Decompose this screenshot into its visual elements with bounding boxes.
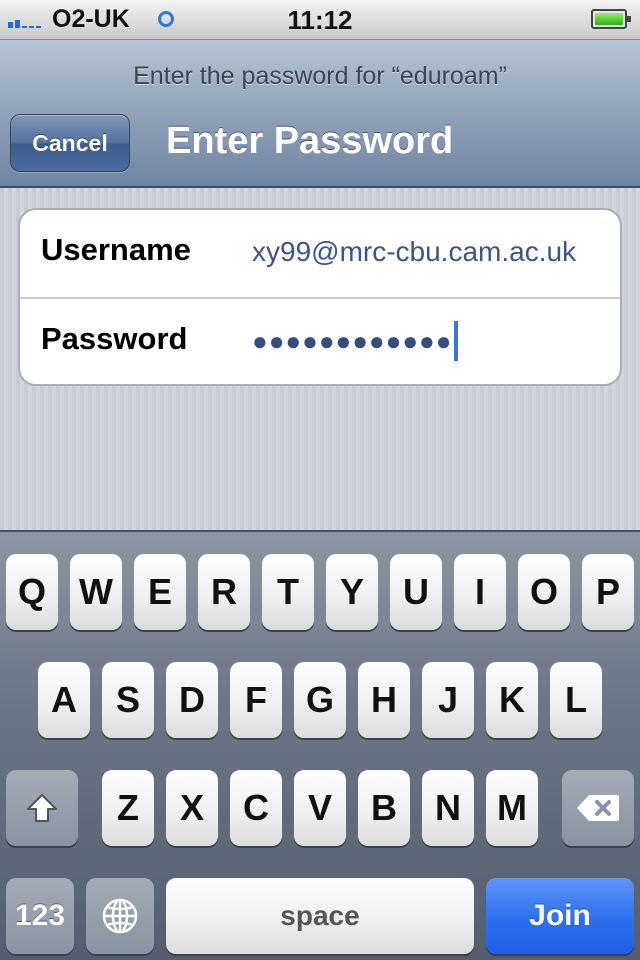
key-n[interactable]: N <box>422 770 474 846</box>
space-key[interactable]: space <box>166 878 474 954</box>
key-q[interactable]: Q <box>6 554 58 630</box>
key-r[interactable]: R <box>198 554 250 630</box>
credentials-form: Username xy99@mrc-cbu.cam.ac.uk Password… <box>18 208 622 386</box>
key-v[interactable]: V <box>294 770 346 846</box>
cancel-button[interactable]: Cancel <box>10 114 130 172</box>
key-f[interactable]: F <box>230 662 282 738</box>
network-prompt: Enter the password for “eduroam” <box>133 62 507 90</box>
password-label: Password <box>41 321 188 356</box>
password-masked-value: ●●●●●●●●●●●● <box>252 325 453 356</box>
key-w[interactable]: W <box>70 554 122 630</box>
content-area: Username xy99@mrc-cbu.cam.ac.uk Password… <box>0 188 640 530</box>
key-i[interactable]: I <box>454 554 506 630</box>
key-s[interactable]: S <box>102 662 154 738</box>
keyboard: Q W E R T Y U I O P A S D F G H J K L Z … <box>0 530 640 960</box>
key-e[interactable]: E <box>134 554 186 630</box>
password-field[interactable]: ●●●●●●●●●●●● <box>252 317 459 365</box>
shift-arrow-icon <box>27 794 57 822</box>
status-bar: O2-UK 11:12 <box>0 0 640 40</box>
key-a[interactable]: A <box>38 662 90 738</box>
shift-key[interactable] <box>6 770 78 846</box>
username-row[interactable]: Username xy99@mrc-cbu.cam.ac.uk <box>20 210 620 299</box>
key-t[interactable]: T <box>262 554 314 630</box>
navigation-bar: Enter the password for “eduroam” Cancel … <box>0 40 640 188</box>
backspace-key[interactable] <box>562 770 634 846</box>
key-k[interactable]: K <box>486 662 538 738</box>
key-o[interactable]: O <box>518 554 570 630</box>
key-g[interactable]: G <box>294 662 346 738</box>
key-h[interactable]: H <box>358 662 410 738</box>
key-c[interactable]: C <box>230 770 282 846</box>
key-d[interactable]: D <box>166 662 218 738</box>
username-label: Username <box>41 232 191 267</box>
key-x[interactable]: X <box>166 770 218 846</box>
password-row[interactable]: Password ●●●●●●●●●●●● <box>20 299 620 384</box>
globe-key[interactable] <box>86 878 154 954</box>
key-u[interactable]: U <box>390 554 442 630</box>
globe-icon <box>102 898 138 934</box>
battery-icon <box>591 9 631 29</box>
key-b[interactable]: B <box>358 770 410 846</box>
join-button[interactable]: Join <box>486 878 634 954</box>
numbers-key[interactable]: 123 <box>6 878 74 954</box>
status-time: 11:12 <box>287 5 353 35</box>
key-z[interactable]: Z <box>102 770 154 846</box>
page-title: Enter Password <box>166 120 454 162</box>
key-l[interactable]: L <box>550 662 602 738</box>
username-field[interactable]: xy99@mrc-cbu.cam.ac.uk <box>252 236 576 268</box>
key-m[interactable]: M <box>486 770 538 846</box>
key-j[interactable]: J <box>422 662 474 738</box>
backspace-icon <box>577 795 619 821</box>
key-p[interactable]: P <box>582 554 634 630</box>
text-caret <box>454 321 459 361</box>
key-y[interactable]: Y <box>326 554 378 630</box>
